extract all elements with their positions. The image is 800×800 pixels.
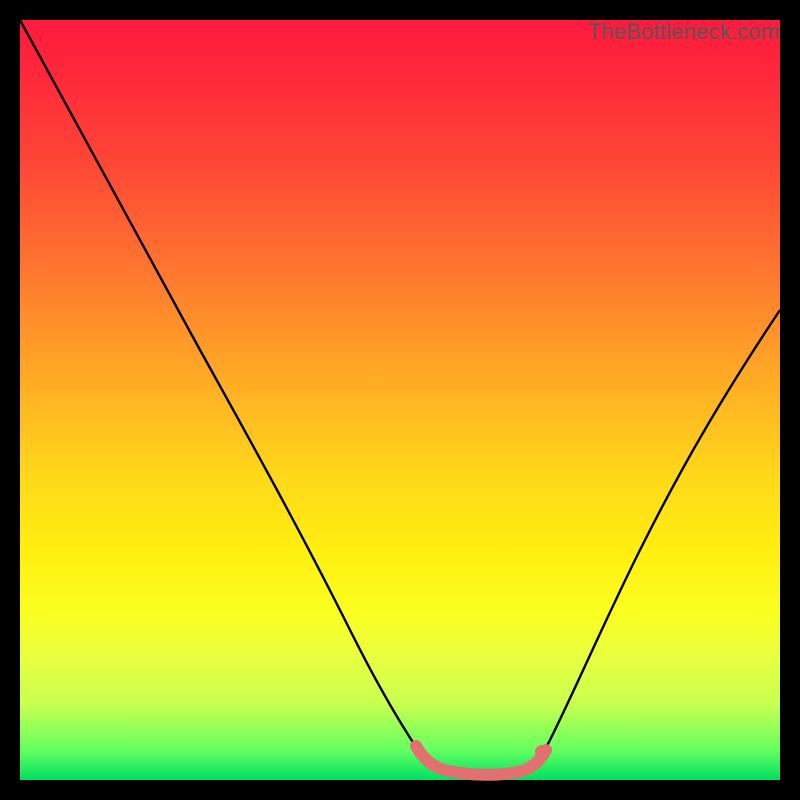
chart-plot-area: TheBottleneck.com [20,20,780,780]
bottleneck-curve [20,20,780,774]
chart-svg [20,20,780,780]
flat-band-end-dot [535,745,549,759]
flat-band-highlight [416,746,546,775]
chart-frame: TheBottleneck.com [0,0,800,800]
